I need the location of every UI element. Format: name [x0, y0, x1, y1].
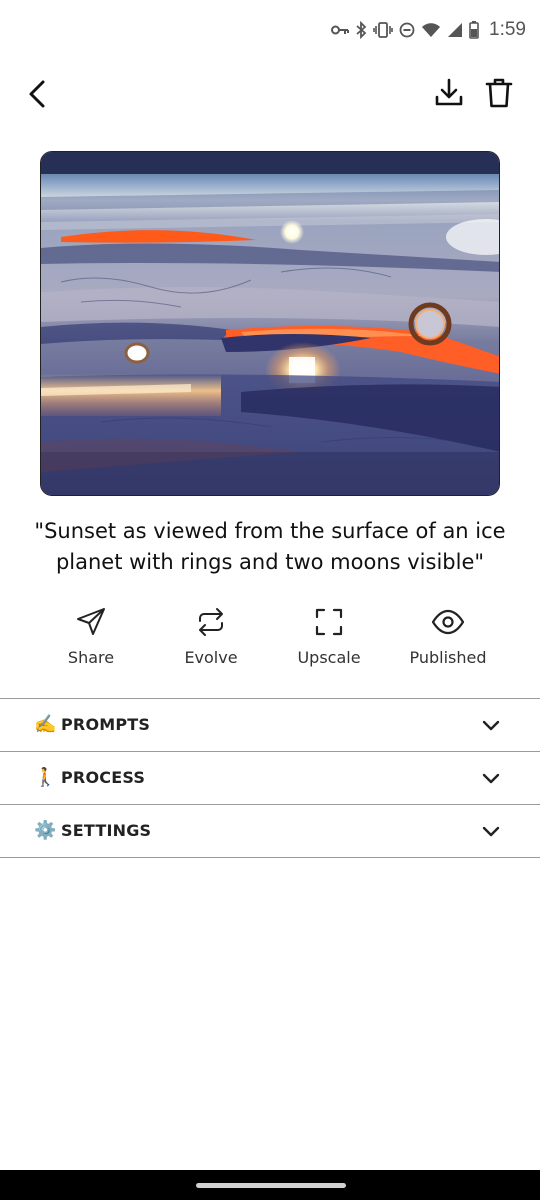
repeat-icon [199, 608, 223, 636]
published-label: Published [409, 648, 487, 667]
upscale-button[interactable]: Upscale [269, 598, 389, 678]
evolve-label: Evolve [184, 648, 238, 667]
share-label: Share [67, 648, 115, 667]
walking-person-icon: 🚶 [34, 767, 57, 788]
key-icon [331, 24, 350, 36]
home-gesture-handle[interactable] [196, 1183, 346, 1188]
section-process-label: PROCESS [61, 768, 146, 787]
expand-icon [315, 608, 343, 636]
vibrate-icon [373, 22, 393, 38]
download-button[interactable] [430, 74, 468, 112]
section-prompts-label: PROMPTS [61, 715, 151, 734]
status-bar: 1:59 [0, 0, 540, 60]
status-time: 1:59 [489, 19, 526, 40]
send-icon [77, 608, 105, 635]
evolve-button[interactable]: Evolve [151, 598, 271, 678]
chevron-down-icon[interactable] [480, 768, 502, 790]
sections-list: ✍️ PROMPTS 🚶 PROCESS ⚙️ SETTINGS [0, 698, 540, 858]
delete-button[interactable] [482, 74, 516, 112]
section-prompts[interactable]: ✍️ PROMPTS [0, 698, 540, 751]
section-process[interactable]: 🚶 PROCESS [0, 751, 540, 804]
back-button[interactable] [20, 76, 54, 112]
section-settings-label: SETTINGS [61, 821, 152, 840]
writing-hand-icon: ✍️ [34, 714, 57, 735]
action-row: Share Evolve Upscale Published [0, 598, 540, 678]
section-settings[interactable]: ⚙️ SETTINGS [0, 804, 540, 858]
upscale-label: Upscale [297, 648, 361, 667]
signal-icon [447, 22, 463, 38]
share-button[interactable]: Share [31, 598, 151, 678]
gear-icon: ⚙️ [34, 820, 57, 841]
top-bar [0, 68, 540, 122]
generated-image[interactable] [40, 151, 500, 496]
published-button[interactable]: Published [388, 598, 508, 678]
bluetooth-icon [355, 21, 367, 39]
prompt-caption: "Sunset as viewed from the surface of an… [34, 519, 506, 574]
download-icon [435, 78, 463, 106]
system-nav-bar [0, 1170, 540, 1200]
chevron-left-icon [29, 80, 45, 108]
wifi-icon [421, 22, 441, 38]
battery-icon [469, 21, 479, 39]
chevron-down-icon[interactable] [480, 821, 502, 843]
trash-icon [485, 78, 513, 108]
chevron-down-icon[interactable] [480, 715, 502, 737]
eye-icon [431, 609, 465, 635]
dnd-icon [399, 22, 415, 38]
